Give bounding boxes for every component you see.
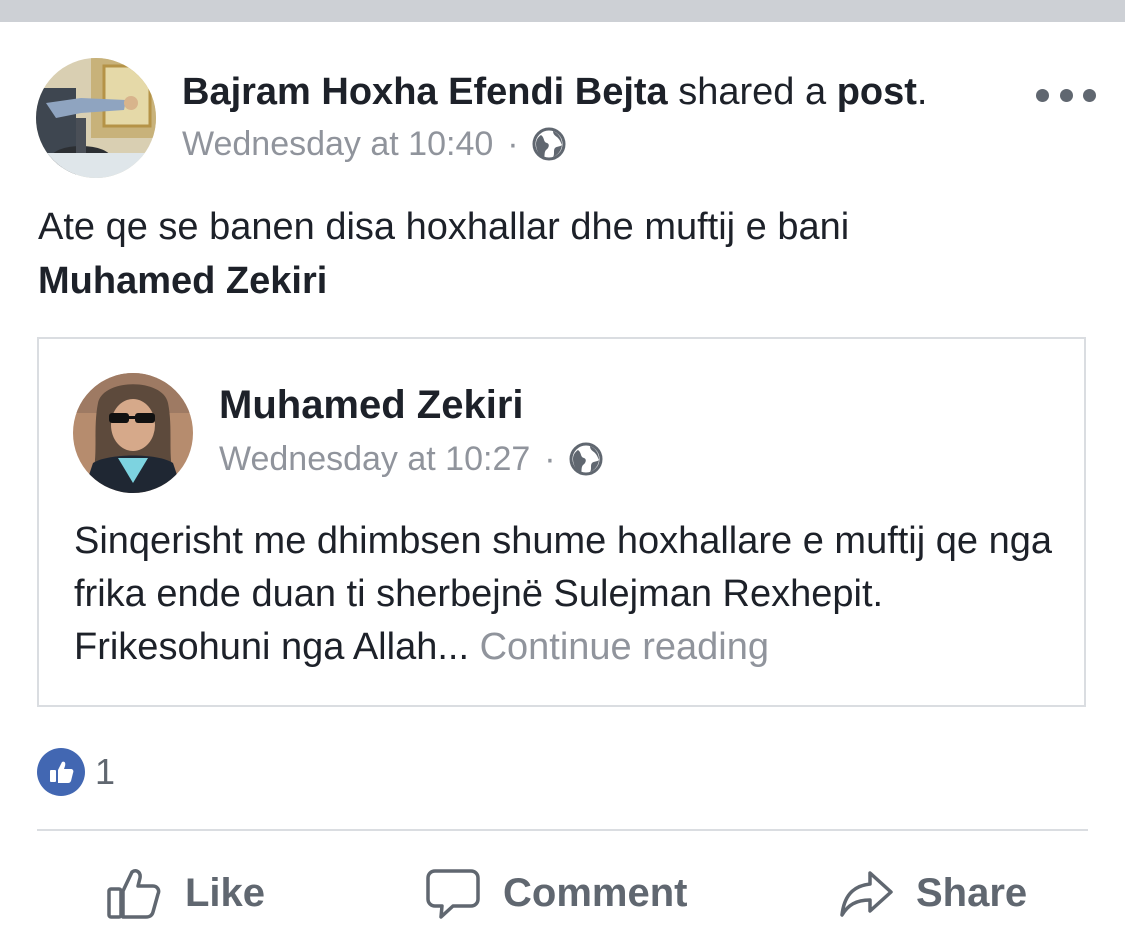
like-label: Like bbox=[185, 870, 266, 915]
globe-icon[interactable] bbox=[531, 126, 567, 162]
share-arrow-icon bbox=[840, 871, 893, 917]
comment-bubble-icon bbox=[426, 869, 480, 919]
like-button[interactable]: Like bbox=[105, 858, 265, 928]
shared-post-meta: Wednesday at 10:27 · bbox=[219, 437, 604, 481]
shared-post-text: Sinqerisht me dhimbsen shume hoxhallare … bbox=[74, 515, 1074, 674]
mentioned-user[interactable]: Muhamed Zekiri bbox=[38, 254, 1088, 308]
actions-divider bbox=[37, 829, 1088, 831]
post-header-line: Bajram Hoxha Efendi Bejta shared a post. bbox=[182, 64, 927, 120]
more-dot bbox=[1083, 88, 1096, 102]
comment-button[interactable]: Comment bbox=[425, 858, 687, 928]
globe-icon[interactable] bbox=[568, 441, 604, 477]
share-label: Share bbox=[916, 870, 1028, 915]
like-reaction-icon bbox=[37, 748, 85, 796]
meta-separator: · bbox=[507, 125, 519, 163]
share-button[interactable]: Share bbox=[838, 858, 1027, 928]
shared-action-text: shared a bbox=[678, 71, 827, 113]
post-body: Ate qe se banen disa hoxhallar dhe mufti… bbox=[38, 200, 1088, 308]
thumbs-up-icon bbox=[107, 869, 161, 919]
post-timestamp[interactable]: Wednesday at 10:40 bbox=[182, 122, 493, 166]
period: . bbox=[916, 71, 928, 113]
comment-label: Comment bbox=[503, 870, 688, 915]
more-options-icon[interactable] bbox=[1036, 80, 1096, 110]
author-avatar[interactable] bbox=[36, 58, 156, 178]
shared-author-avatar[interactable] bbox=[73, 373, 193, 493]
shared-post-timestamp[interactable]: Wednesday at 10:27 bbox=[219, 437, 530, 481]
more-dot bbox=[1059, 88, 1073, 102]
top-separator-bar bbox=[0, 0, 1125, 22]
meta-separator: · bbox=[544, 440, 556, 478]
post-link[interactable]: post bbox=[837, 71, 917, 113]
more-dot bbox=[1036, 88, 1049, 102]
shared-author-name[interactable]: Muhamed Zekiri bbox=[219, 377, 524, 433]
post-body-text: Ate qe se banen disa hoxhallar dhe mufti… bbox=[38, 206, 850, 248]
post-meta: Wednesday at 10:40 · bbox=[182, 122, 567, 166]
reaction-count: 1 bbox=[95, 751, 116, 792]
shared-post-card[interactable]: Muhamed Zekiri Wednesday at 10:27 · Sinq… bbox=[37, 337, 1086, 707]
continue-reading-link[interactable]: Continue reading bbox=[480, 626, 769, 668]
author-name[interactable]: Bajram Hoxha Efendi Bejta bbox=[182, 71, 668, 113]
reaction-summary[interactable]: 1 bbox=[37, 748, 115, 796]
